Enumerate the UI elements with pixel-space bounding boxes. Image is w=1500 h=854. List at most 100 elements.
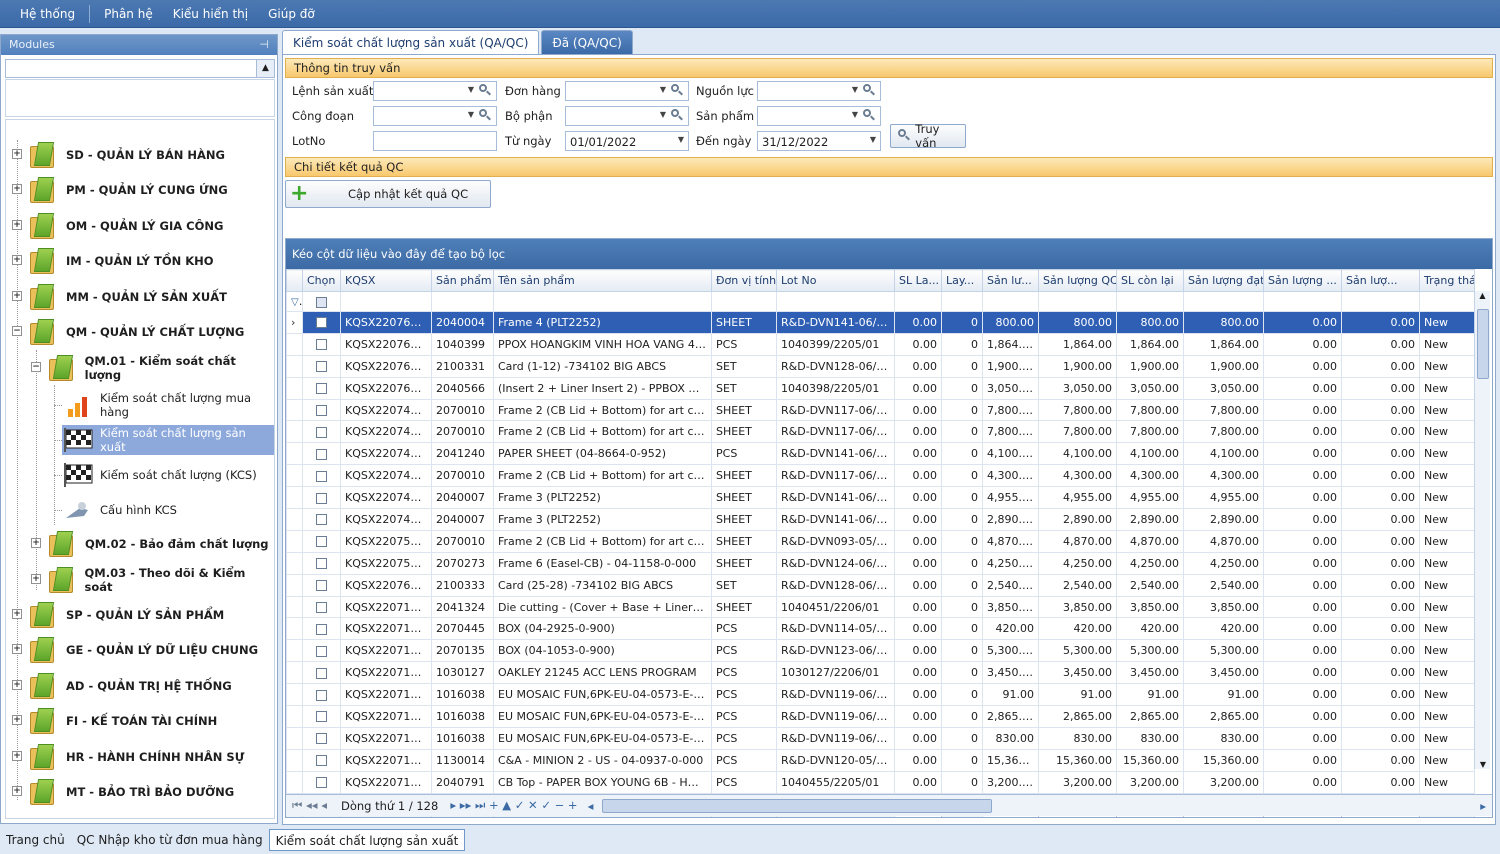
select-cell[interactable] xyxy=(302,683,341,707)
bophan-combo[interactable]: ▼ xyxy=(565,106,689,126)
search-icon[interactable] xyxy=(862,83,876,97)
expand-icon[interactable]: + xyxy=(12,715,22,725)
column-header[interactable]: Sản lượ... xyxy=(1341,269,1420,292)
scroll-up-icon[interactable]: ▲ xyxy=(256,60,274,77)
dropdown-icon[interactable]: ▼ xyxy=(678,135,684,144)
search-icon[interactable] xyxy=(670,83,684,97)
column-header[interactable]: Lot No xyxy=(776,269,895,292)
column-header[interactable]: Sản lượng QC xyxy=(1038,269,1117,292)
tree-module-14[interactable]: + GE - QUẢN LÝ DỮ LIỆU CHUNG xyxy=(12,633,258,667)
lenh-combo[interactable]: ▼ xyxy=(373,81,497,101)
table-row[interactable]: KQSX22071263 1016038 EU MOSAIC FUN,6PK-EU-… xyxy=(286,683,1475,707)
row-checkbox[interactable] xyxy=(316,339,327,351)
dropdown-icon[interactable]: ▼ xyxy=(468,85,474,94)
table-row[interactable]: KQSX22076563 2100331 Card (1-12) -734102 B… xyxy=(286,354,1475,378)
column-header[interactable]: KQSX xyxy=(340,269,432,292)
select-all-icon[interactable] xyxy=(316,296,327,308)
congdoan-combo[interactable]: ▼ xyxy=(373,106,497,126)
modules-filter[interactable]: ▲ xyxy=(5,59,275,78)
column-header[interactable]: SL còn lại xyxy=(1116,269,1184,292)
filter-cell[interactable] xyxy=(1183,291,1264,312)
column-header[interactable]: Lay... xyxy=(941,269,983,292)
truy-van-button[interactable]: Truy vấn xyxy=(890,122,966,150)
table-row[interactable]: KQSX22071248 2070445 BOX (04-2925-0-900) PC… xyxy=(286,617,1475,641)
row-checkbox[interactable] xyxy=(316,623,327,635)
hscroll-track[interactable] xyxy=(992,799,1481,813)
dropdown-icon[interactable]: ▼ xyxy=(660,85,666,94)
table-row[interactable]: KQSX22075510 2070010 Frame 2 (CB Lid + Bo… xyxy=(286,529,1475,553)
select-cell[interactable] xyxy=(302,617,341,641)
tab-da-qa-qc[interactable]: Đã (QA/QC) xyxy=(541,30,633,54)
dropdown-icon[interactable]: ▼ xyxy=(660,110,666,119)
filter-cell[interactable] xyxy=(941,291,983,312)
table-row[interactable]: KQSX22076500 1040399 PPOX HOANGKIM VINH HO… xyxy=(286,332,1475,356)
table-row[interactable]: KQSX22071265 1016038 EU MOSAIC FUN,6PK-EU-… xyxy=(286,726,1475,750)
filter-cell[interactable] xyxy=(1341,291,1420,312)
scroll-thumb[interactable] xyxy=(1477,309,1489,379)
row-checkbox[interactable] xyxy=(316,558,327,570)
expand-icon[interactable]: + xyxy=(12,644,22,654)
donhang-combo[interactable]: ▼ xyxy=(565,81,689,101)
row-checkbox[interactable] xyxy=(316,667,327,679)
table-row[interactable]: KQSX22074389 2041240 PAPER SHEET (04-8664-… xyxy=(286,442,1475,466)
search-icon[interactable] xyxy=(670,108,684,122)
row-checkbox[interactable] xyxy=(316,361,327,373)
tree-module-5[interactable]: − QM - QUẢN LÝ CHẤT LƯỢNG xyxy=(12,315,244,349)
tree-leaf-9[interactable]: Kiểm soát chất lượng (KCS) xyxy=(62,460,274,490)
column-header[interactable]: Sản lư... xyxy=(982,269,1039,292)
tree-module-2[interactable]: + OM - QUẢN LÝ GIA CÔNG xyxy=(12,209,223,243)
column-header[interactable]: Sản lượng đạt xyxy=(1183,269,1264,292)
row-checkbox[interactable] xyxy=(316,755,327,767)
search-icon[interactable] xyxy=(478,83,492,97)
filter-cell[interactable] xyxy=(302,291,341,312)
table-row[interactable]: › KQSX22076495 2040004 Frame 4 (PLT2252) SHE… xyxy=(286,311,1475,334)
row-checkbox[interactable] xyxy=(316,733,327,745)
select-cell[interactable] xyxy=(302,770,341,794)
status-tab-qc-nhap-kho[interactable]: QC Nhập kho từ đơn mua hàng xyxy=(71,829,269,851)
pin-icon[interactable]: ⊣ xyxy=(259,38,269,52)
filter-cell[interactable] xyxy=(894,291,942,312)
select-cell[interactable] xyxy=(302,573,341,597)
select-cell[interactable] xyxy=(302,398,341,422)
dropdown-icon[interactable]: ▼ xyxy=(852,110,858,119)
nav-next-icon[interactable]: ▸ ▸▸ ⏭ + ▲ ✓ ✕ ✓ − + xyxy=(446,798,581,813)
tree-module-13[interactable]: + SP - QUẢN LÝ SẢN PHẨM xyxy=(12,598,224,632)
expand-icon[interactable]: + xyxy=(31,538,41,548)
tree-submodule-6[interactable]: − QM.01 - Kiểm soát chất lượng xyxy=(31,351,274,385)
filter-cell[interactable] xyxy=(1419,291,1475,312)
row-checkbox[interactable] xyxy=(316,711,327,723)
column-header[interactable]: Chọn xyxy=(302,269,341,292)
tree-module-17[interactable]: + HR - HÀNH CHÍNH NHÂN SỰ xyxy=(12,740,244,774)
select-cell[interactable] xyxy=(302,332,341,356)
hscroll-right-icon[interactable]: ▸ xyxy=(1480,799,1492,813)
hscroll-left-icon[interactable]: ◂ xyxy=(588,799,600,813)
filter-cell[interactable]: ▽ xyxy=(286,291,303,312)
row-checkbox[interactable] xyxy=(316,777,327,789)
tree-module-18[interactable]: + MT - BẢO TRÌ BẢO DƯỠNG xyxy=(12,775,234,809)
table-row[interactable]: KQSX22071264 1016038 EU MOSAIC FUN,6PK-EU-… xyxy=(286,705,1475,728)
collapse-icon[interactable]: − xyxy=(31,362,41,372)
menu-kieu-hien-thi[interactable]: Kiểu hiển thị xyxy=(163,0,258,28)
status-tab-kiem-soat-sx[interactable]: Kiểm soát chất lượng sản xuất xyxy=(268,829,466,851)
tree-module-15[interactable]: + AD - QUẢN TRỊ HỆ THỐNG xyxy=(12,669,232,703)
select-cell[interactable] xyxy=(302,726,341,750)
table-row[interactable]: KQSX22074538 2040007 Frame 3 (PLT2252) SHEE… xyxy=(286,508,1475,531)
column-header[interactable]: Sản phẩm xyxy=(431,269,494,292)
select-cell[interactable] xyxy=(302,748,341,772)
tree-submodule-11[interactable]: + QM.02 - Bảo đảm chất lượng xyxy=(31,527,269,561)
expand-icon[interactable]: + xyxy=(12,220,22,230)
table-row[interactable]: KQSX22071267 1130014 C&A - MINION 2 - US -… xyxy=(286,748,1475,772)
expand-icon[interactable]: + xyxy=(12,609,22,619)
expand-icon[interactable]: + xyxy=(12,291,22,301)
row-checkbox[interactable] xyxy=(316,492,327,504)
vertical-scrollbar[interactable]: ▲ ▼ xyxy=(1474,291,1490,769)
table-row[interactable]: KQSX22076257 2100333 Card (25-28) -734102 … xyxy=(286,573,1475,597)
select-cell[interactable] xyxy=(302,639,341,663)
dropdown-icon[interactable]: ▼ xyxy=(468,110,474,119)
tree-submodule-12[interactable]: + QM.03 - Theo dõi & Kiểm soát xyxy=(31,563,274,597)
row-checkbox[interactable] xyxy=(316,426,327,438)
update-qc-button[interactable]: + Cập nhật kết quả QC xyxy=(285,180,491,208)
lotno-input[interactable] xyxy=(373,131,497,151)
hscroll-thumb[interactable] xyxy=(601,798,992,813)
expand-icon[interactable]: + xyxy=(12,786,22,796)
